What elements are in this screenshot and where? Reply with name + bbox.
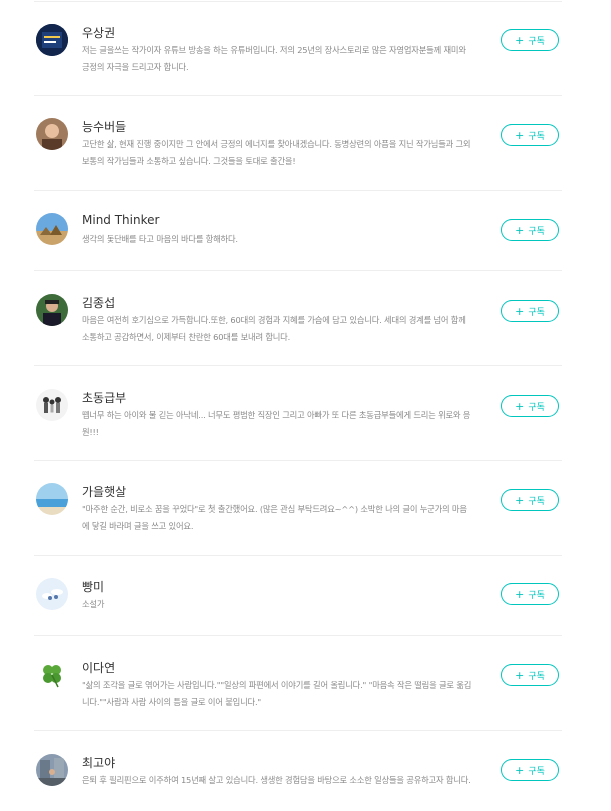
author-name[interactable]: 이다연 bbox=[82, 659, 115, 676]
subscribe-label: 구독 bbox=[528, 590, 545, 601]
subscribe-button[interactable]: + 구독 bbox=[501, 300, 559, 322]
author-name[interactable]: 가을햇살 bbox=[82, 483, 126, 500]
subscribe-button[interactable]: + 구독 bbox=[501, 219, 559, 241]
avatar[interactable] bbox=[36, 213, 68, 245]
author-description: 은퇴 후 필리핀으로 이주하여 15년째 살고 있습니다. 생생한 경험담을 바… bbox=[82, 775, 471, 785]
subscribe-button[interactable]: + 구독 bbox=[501, 29, 559, 51]
subscribe-button[interactable]: + 구독 bbox=[501, 395, 559, 417]
plus-icon: + bbox=[515, 763, 525, 777]
avatar[interactable] bbox=[36, 483, 68, 515]
subscribe-button[interactable]: + 구독 bbox=[501, 583, 559, 605]
author-name[interactable]: 초동급부 bbox=[82, 389, 126, 406]
author-name[interactable]: 김종섭 bbox=[82, 294, 115, 311]
author-name[interactable]: Mind Thinker bbox=[82, 213, 159, 227]
plus-icon: + bbox=[515, 399, 525, 413]
divider bbox=[34, 555, 562, 556]
subscribe-label: 구독 bbox=[528, 307, 545, 318]
subscribe-label: 구독 bbox=[528, 402, 545, 413]
avatar[interactable] bbox=[36, 659, 68, 691]
author-description: 뗍너무 하는 아이와 물 긷는 아낙네... 너무도 평범한 직장인 그리고 아… bbox=[82, 410, 471, 437]
subscribe-button[interactable]: + 구독 bbox=[501, 124, 559, 146]
divider bbox=[34, 460, 562, 461]
avatar[interactable] bbox=[36, 578, 68, 610]
author-description: "마주한 순간, 비로소 꿈을 꾸었다"로 첫 출간했어요. (많은 관심 부탁… bbox=[82, 504, 467, 531]
author-name[interactable]: 우상권 bbox=[82, 24, 115, 41]
divider bbox=[34, 95, 562, 96]
subscribe-label: 구독 bbox=[528, 496, 545, 507]
divider bbox=[34, 1, 562, 2]
avatar[interactable] bbox=[36, 294, 68, 326]
author-description: 저는 글을쓰는 작가이자 유튜브 방송을 하는 유튜버입니다. 저의 25년의 … bbox=[82, 45, 466, 72]
author-name[interactable]: 능수버들 bbox=[82, 118, 126, 135]
divider bbox=[34, 635, 562, 636]
subscribe-label: 구독 bbox=[528, 671, 545, 682]
author-description: "삶의 조각을 글로 엮어가는 사람입니다.""일상의 파편에서 이야기를 길어… bbox=[82, 680, 472, 707]
subscribe-button[interactable]: + 구독 bbox=[501, 759, 559, 781]
author-list: 우상권 저는 글을쓰는 작가이자 유튜브 방송을 하는 유튜버입니다. 저의 2… bbox=[0, 0, 611, 811]
divider bbox=[34, 730, 562, 731]
author-description: 고단한 삶, 현재 진행 중이지만 그 안에서 긍정의 에너지를 찾아내겠습니다… bbox=[82, 139, 471, 166]
divider bbox=[34, 365, 562, 366]
plus-icon: + bbox=[515, 587, 525, 601]
subscribe-label: 구독 bbox=[528, 226, 545, 237]
subscribe-label: 구독 bbox=[528, 766, 545, 777]
avatar[interactable] bbox=[36, 118, 68, 150]
subscribe-button[interactable]: + 구독 bbox=[501, 489, 559, 511]
divider bbox=[34, 270, 562, 271]
author-name[interactable]: 최고야 bbox=[82, 754, 115, 771]
author-description: 소설가 bbox=[82, 599, 105, 609]
plus-icon: + bbox=[515, 128, 525, 142]
author-description: 생각의 돛단배를 타고 마음의 바다를 항해하다. bbox=[82, 234, 238, 244]
clover-icon bbox=[43, 665, 61, 688]
plus-icon: + bbox=[515, 668, 525, 682]
avatar[interactable] bbox=[36, 24, 68, 56]
avatar[interactable] bbox=[36, 389, 68, 421]
plus-icon: + bbox=[515, 223, 525, 237]
avatar[interactable] bbox=[36, 754, 68, 786]
divider bbox=[34, 190, 562, 191]
plus-icon: + bbox=[515, 304, 525, 318]
author-name[interactable]: 빵미 bbox=[82, 578, 104, 595]
plus-icon: + bbox=[515, 493, 525, 507]
subscribe-label: 구독 bbox=[528, 36, 545, 47]
plus-icon: + bbox=[515, 33, 525, 47]
subscribe-label: 구독 bbox=[528, 131, 545, 142]
subscribe-button[interactable]: + 구독 bbox=[501, 664, 559, 686]
author-description: 마음은 여전히 호기심으로 가득합니다.또한, 60대의 경험과 지혜를 가슴에… bbox=[82, 315, 466, 342]
